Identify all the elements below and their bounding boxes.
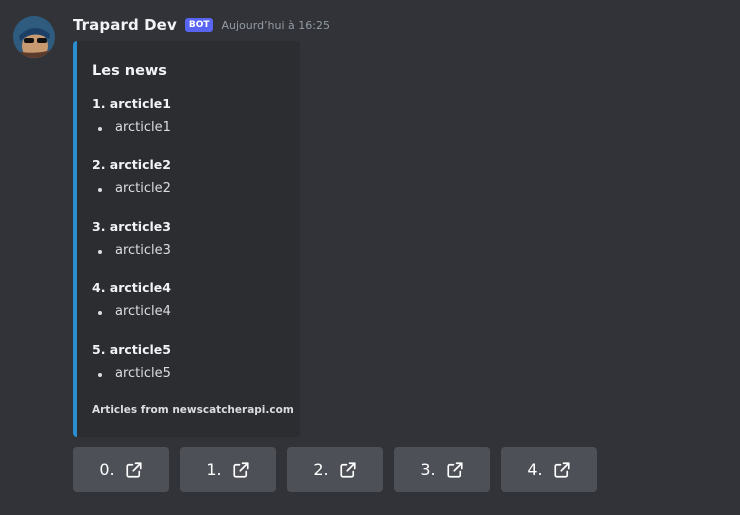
- article-heading: 1. arcticle1: [92, 96, 171, 111]
- article-item: 2. arcticle2 arcticle2: [92, 157, 171, 196]
- article-heading: 4. arcticle4: [92, 280, 171, 295]
- article-bullet: arcticle3: [92, 243, 171, 258]
- link-button-2[interactable]: 2.: [287, 447, 383, 492]
- link-button-3[interactable]: 3.: [394, 447, 490, 492]
- link-button-0[interactable]: 0.: [73, 447, 169, 492]
- avatar[interactable]: [13, 16, 55, 58]
- external-link-icon: [554, 461, 570, 478]
- article-bullet: arcticle2: [92, 181, 171, 196]
- article-item: 3. arcticle3 arcticle3: [92, 219, 171, 258]
- article-heading: 5. arcticle5: [92, 342, 171, 357]
- article-bullet: arcticle1: [92, 120, 171, 135]
- embed-title: Les news: [92, 63, 167, 79]
- external-link-icon: [233, 461, 249, 478]
- link-button-1[interactable]: 1.: [180, 447, 276, 492]
- bot-badge: BOT: [184, 18, 214, 32]
- external-link-icon: [447, 461, 463, 478]
- button-label: 4.: [527, 460, 543, 479]
- message-header: Trapard Dev BOT Aujourd’hui à 16:25: [73, 15, 330, 35]
- article-item: 5. arcticle5 arcticle5: [92, 342, 171, 381]
- article-heading: 2. arcticle2: [92, 157, 171, 172]
- button-label: 3.: [420, 460, 436, 479]
- link-button-row: 0. 1. 2. 3. 4.: [73, 447, 597, 492]
- article-heading: 3. arcticle3: [92, 219, 171, 234]
- button-label: 0.: [99, 460, 115, 479]
- news-embed: Les news 1. arcticle1 arcticle1 2. arcti…: [73, 41, 300, 437]
- external-link-icon: [340, 461, 356, 478]
- article-item: 1. arcticle1 arcticle1: [92, 96, 171, 135]
- button-label: 1.: [206, 460, 222, 479]
- username[interactable]: Trapard Dev: [73, 16, 177, 34]
- button-label: 2.: [313, 460, 329, 479]
- article-item: 4. arcticle4 arcticle4: [92, 280, 171, 319]
- link-button-4[interactable]: 4.: [501, 447, 597, 492]
- message-timestamp[interactable]: Aujourd’hui à 16:25: [221, 19, 330, 32]
- article-bullet: arcticle5: [92, 366, 171, 381]
- article-bullet: arcticle4: [92, 304, 171, 319]
- external-link-icon: [126, 461, 142, 478]
- embed-footer: Articles from newscatcherapi.com: [92, 404, 294, 416]
